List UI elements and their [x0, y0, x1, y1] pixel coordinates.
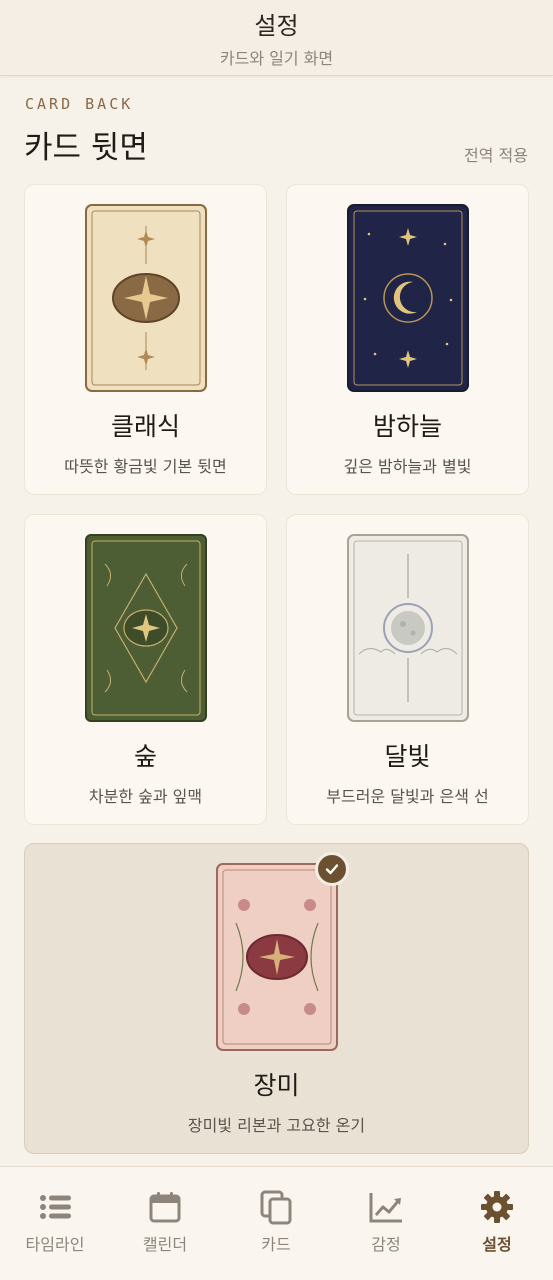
card-back-name: 숲 — [133, 742, 157, 771]
section-title: 카드 뒷면 — [24, 130, 148, 166]
check-icon — [325, 864, 339, 875]
card-back-option-moonlight[interactable]: 달빛 부드러운 달빛과 은색 선 — [286, 514, 529, 825]
classic-card-back-image — [84, 204, 207, 392]
card-back-option-classic[interactable]: 클래식 따뜻한 황금빛 기본 뒷면 — [24, 184, 267, 495]
card-back-description: 따뜻한 황금빛 기본 뒷면 — [64, 457, 227, 476]
app-header: 설정 카드와 일기 화면 — [0, 0, 553, 76]
bottom-tab-bar: 타임라인 캘린더 카드 감정 설정 — [0, 1166, 553, 1280]
tab-label: 타임라인 — [25, 1235, 85, 1254]
global-apply-button[interactable]: 전역 적용 — [464, 142, 528, 166]
card-back-name: 밤하늘 — [372, 412, 442, 441]
card-back-name: 클래식 — [110, 412, 180, 441]
card-back-description: 장미빛 리본과 고요한 온기 — [187, 1116, 366, 1135]
card-back-name: 장미 — [253, 1071, 300, 1100]
card-back-option-forest[interactable]: 숲 차분한 숲과 잎맥 — [24, 514, 267, 825]
card-back-name: 달빛 — [384, 742, 431, 771]
page-title: 설정 — [254, 12, 299, 40]
card-back-option-night-sky[interactable]: 밤하늘 깊은 밤하늘과 별빛 — [286, 184, 529, 495]
tab-label: 캘린더 — [142, 1235, 188, 1254]
tab-timeline[interactable]: 타임라인 — [0, 1167, 110, 1280]
moonlight-card-back-image — [346, 534, 469, 722]
selected-check-badge — [315, 852, 349, 886]
tab-cards[interactable]: 카드 — [221, 1167, 331, 1280]
gear-icon — [481, 1191, 513, 1223]
tab-label: 감정 — [371, 1235, 401, 1254]
card-back-description: 깊은 밤하늘과 별빛 — [343, 457, 472, 476]
section-eyebrow: CARD BACK — [25, 95, 134, 113]
tab-calendar[interactable]: 캘린더 — [110, 1167, 220, 1280]
page-subtitle: 카드와 일기 화면 — [219, 49, 334, 68]
calendar-icon — [149, 1192, 181, 1223]
card-back-description: 부드러운 달빛과 은색 선 — [326, 787, 489, 806]
tab-label: 설정 — [482, 1235, 512, 1254]
tab-emotion[interactable]: 감정 — [331, 1167, 441, 1280]
cards-icon — [260, 1190, 292, 1225]
card-back-description: 차분한 숲과 잎맥 — [88, 787, 203, 806]
forest-card-back-image — [84, 534, 207, 722]
card-back-option-rose[interactable]: 장미 장미빛 리본과 고요한 온기 — [24, 843, 529, 1154]
rose-card-back-image — [215, 863, 338, 1051]
tab-settings[interactable]: 설정 — [442, 1167, 552, 1280]
night-sky-card-back-image — [346, 204, 469, 392]
chart-line-icon — [369, 1193, 402, 1223]
list-icon — [40, 1195, 71, 1219]
tab-label: 카드 — [261, 1235, 291, 1254]
